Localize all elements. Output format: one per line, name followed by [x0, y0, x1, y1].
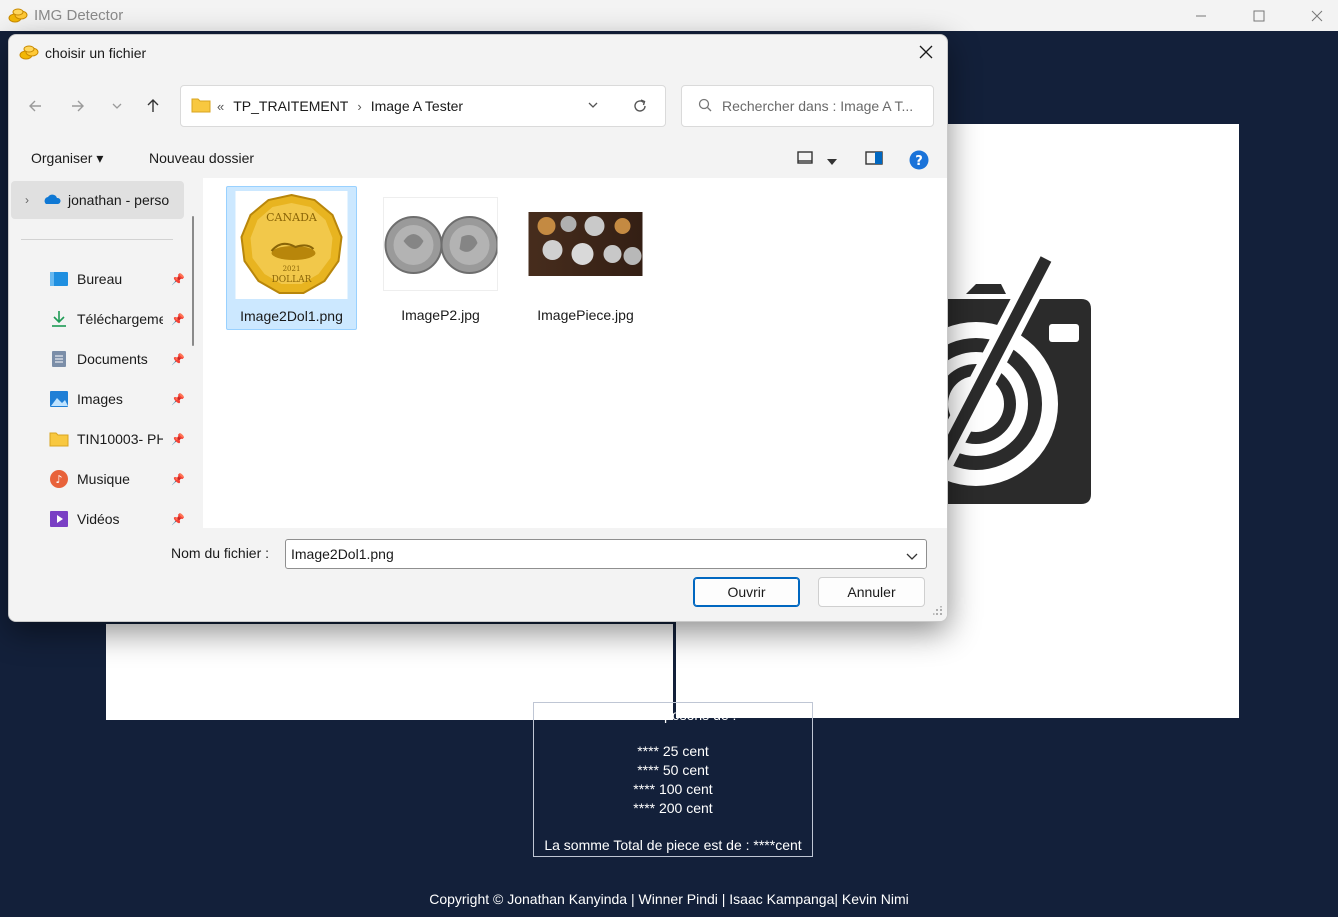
breadcrumb-separator: › — [357, 98, 362, 114]
nav-divider — [21, 239, 173, 240]
file-name: ImagePiece.jpg — [537, 307, 634, 323]
filename-input[interactable]: Image2Dol1.png — [285, 539, 927, 569]
onedrive-cloud-icon — [41, 192, 61, 209]
pin-icon: 📌 — [171, 273, 184, 286]
organize-menu-button[interactable]: Organiser ▾ — [31, 150, 103, 167]
new-folder-button[interactable]: Nouveau dossier — [149, 150, 254, 166]
svg-text:?: ? — [915, 154, 923, 169]
forward-arrow-icon[interactable] — [65, 93, 91, 119]
nav-label: TIN10003- PHYSIQUE — [77, 431, 163, 447]
summary-line-25: **** 25 cent — [637, 743, 709, 759]
folder-icon — [191, 97, 211, 116]
maximize-button[interactable] — [1230, 0, 1288, 31]
music-icon: ♪ — [49, 469, 69, 489]
file-item-imagep2[interactable]: ImageP2.jpg — [375, 186, 506, 330]
copyright-text: Copyright © Jonathan Kanyinda | Winner P… — [429, 891, 909, 907]
summary-line-200: **** 200 cent — [633, 800, 713, 816]
dialog-close-button[interactable] — [911, 37, 941, 67]
view-options-chevron-icon[interactable] — [827, 153, 837, 169]
nav-item-documents[interactable]: Documents 📌 — [49, 339, 184, 379]
minimize-button[interactable] — [1172, 0, 1230, 31]
pin-icon: 📌 — [171, 353, 184, 366]
nav-label: Documents — [77, 351, 148, 367]
search-placeholder: Rechercher dans : Image A T... — [722, 98, 914, 114]
coins-on-wood-thumbnail — [528, 191, 643, 296]
resize-grip-icon[interactable] — [933, 603, 943, 619]
coins-dialog-icon — [19, 43, 39, 63]
expand-chevron-icon[interactable]: › — [25, 193, 29, 207]
app-title: IMG Detector — [34, 7, 124, 24]
nav-item-telechargements[interactable]: Téléchargements 📌 — [49, 299, 184, 339]
loonie-coin-thumbnail: CANADA 2021 DOLLAR — [234, 190, 349, 299]
summary-line-50: **** 50 cent — [637, 762, 709, 778]
app-titlebar: IMG Detector — [0, 0, 1338, 31]
nav-label: Images — [77, 391, 123, 407]
pictures-icon — [49, 389, 69, 409]
svg-text:♪: ♪ — [55, 473, 62, 486]
dialog-titlebar: choisir un fichier — [9, 35, 947, 71]
nav-label: Téléchargements — [77, 311, 163, 327]
help-icon[interactable]: ? — [909, 150, 929, 173]
back-arrow-icon[interactable] — [22, 93, 48, 119]
open-button[interactable]: Ouvrir — [693, 577, 800, 607]
nav-label: Bureau — [77, 271, 123, 287]
preview-pane-icon[interactable] — [865, 150, 883, 169]
recent-locations-chevron-icon[interactable] — [104, 93, 130, 119]
nav-label: Vidéos — [77, 511, 120, 527]
pin-icon: 📌 — [171, 393, 184, 406]
desktop-icon — [49, 269, 69, 289]
file-name: ImageP2.jpg — [401, 307, 480, 323]
breadcrumb-tp-traitement[interactable]: TP_TRAITEMENT — [233, 98, 348, 114]
nav-item-bureau[interactable]: Bureau 📌 — [49, 259, 184, 299]
coin-year-text: 2021 — [283, 265, 301, 273]
summary-line-100: **** 100 cent — [633, 781, 713, 797]
dialog-title: choisir un fichier — [45, 45, 147, 61]
nav-onedrive-root[interactable]: › jonathan - perso — [11, 181, 184, 219]
pin-icon: 📌 — [171, 433, 184, 446]
file-list-pane: CANADA 2021 DOLLAR Image2Dol1.png ImageP… — [203, 178, 947, 528]
address-bar[interactable]: « TP_TRAITEMENT › Image A Tester — [180, 85, 666, 127]
nav-item-musique[interactable]: ♪ Musique 📌 — [49, 459, 184, 499]
pin-icon: 📌 — [171, 473, 184, 486]
nav-root-label: jonathan - perso — [68, 192, 170, 208]
dialog-footer: Nom du fichier : Image2Dol1.png Ouvrir A… — [9, 528, 947, 621]
search-box[interactable]: Rechercher dans : Image A T... — [681, 85, 934, 127]
navigation-pane: › jonathan - perso Bureau 📌 Téléchargeme… — [9, 178, 202, 528]
filename-dropdown-chevron-icon[interactable] — [906, 549, 918, 565]
open-file-dialog: choisir un fichier « TP_TRAITEMENT › Ima… — [8, 34, 948, 622]
nav-label: Musique — [77, 471, 130, 487]
filename-value: Image2Dol1.png — [291, 546, 394, 562]
filename-label: Nom du fichier : — [171, 545, 270, 561]
up-arrow-icon[interactable] — [140, 93, 166, 119]
file-item-imagepiece[interactable]: ImagePiece.jpg — [520, 186, 651, 330]
folder-icon — [49, 429, 69, 449]
file-name: Image2Dol1.png — [240, 308, 343, 324]
address-overflow[interactable]: « — [217, 99, 224, 114]
silver-coins-thumbnail — [383, 191, 498, 296]
nav-item-tin10003[interactable]: TIN10003- PHYSIQUE 📌 — [49, 419, 184, 459]
address-dropdown-chevron-icon[interactable] — [586, 98, 600, 115]
summary-heading: Nous disposons de : — [609, 707, 737, 723]
summary-total: La somme Total de piece est de : ****cen… — [544, 837, 802, 853]
nav-scrollbar[interactable] — [192, 216, 194, 346]
coin-top-text: CANADA — [266, 211, 318, 224]
pin-icon: 📌 — [171, 513, 184, 526]
breadcrumb-image-a-tester[interactable]: Image A Tester — [371, 98, 463, 114]
search-icon — [698, 98, 712, 115]
coins-app-icon — [8, 6, 28, 26]
window-close-button[interactable] — [1288, 0, 1338, 31]
coin-bottom-text: DOLLAR — [272, 275, 312, 285]
view-mode-icon[interactable] — [797, 150, 815, 169]
coin-summary-box: Nous disposons de : **** 25 cent **** 50… — [533, 702, 813, 857]
cancel-button[interactable]: Annuler — [818, 577, 925, 607]
refresh-icon[interactable] — [631, 97, 649, 118]
videos-icon — [49, 509, 69, 529]
command-bar: Organiser ▾ Nouveau dossier ? — [9, 141, 947, 177]
pin-icon: 📌 — [171, 313, 184, 326]
navigation-row: « TP_TRAITEMENT › Image A Tester Recherc… — [9, 85, 947, 127]
file-item-image2dol1[interactable]: CANADA 2021 DOLLAR Image2Dol1.png — [226, 186, 357, 330]
nav-item-images[interactable]: Images 📌 — [49, 379, 184, 419]
documents-icon — [49, 349, 69, 369]
download-icon — [49, 309, 69, 329]
